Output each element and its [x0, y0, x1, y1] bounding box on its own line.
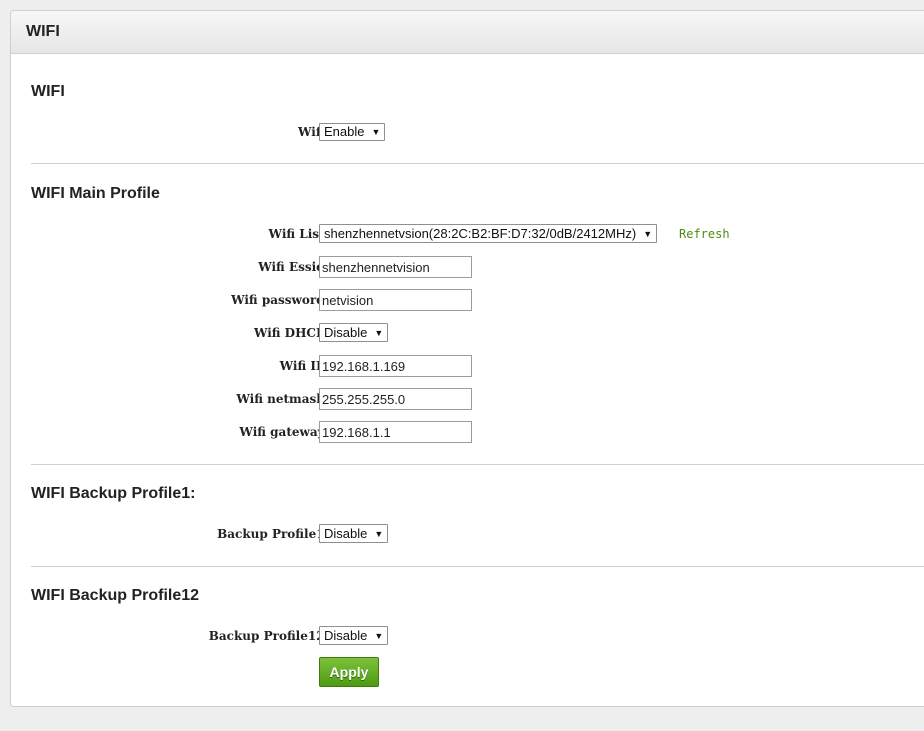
backup-profile1-value: Disable — [324, 525, 368, 541]
wifi-dhcp-select[interactable]: Disable ▼ — [319, 323, 389, 342]
divider — [31, 566, 924, 567]
wifi-enable-value: Enable — [324, 124, 365, 139]
chevron-down-icon: ▼ — [374, 528, 384, 539]
chevron-down-icon: ▼ — [643, 228, 653, 239]
wifi-list-select[interactable]: shenzhennetvsion(28:2C:B2:BF:D7:32/0dB/2… — [319, 224, 658, 243]
backup-profile12-select[interactable]: Disable ▼ — [319, 626, 389, 645]
wifi-netmask-input[interactable] — [319, 388, 472, 410]
section-title-backup-profile1: WIFI Backup Profile1: — [31, 485, 196, 502]
chevron-down-icon: ▼ — [374, 630, 384, 641]
wifi-essid-input[interactable] — [319, 256, 472, 278]
wifi-dhcp-label: Wifi DHCP: — [253, 326, 329, 340]
wifi-gateway-input[interactable] — [319, 421, 472, 443]
apply-button[interactable]: Apply — [319, 657, 379, 687]
panel-header: WIFI — [11, 11, 924, 54]
refresh-link[interactable]: Refresh — [679, 225, 730, 243]
chevron-down-icon: ▼ — [374, 327, 384, 338]
backup-profile1-label: Backup Profile1: — [217, 527, 329, 541]
wifi-list-value: shenzhennetvsion(28:2C:B2:BF:D7:32/0dB/2… — [324, 225, 637, 241]
wifi-dhcp-value: Disable — [324, 324, 368, 340]
backup-profile12-value: Disable — [324, 627, 368, 643]
wifi-enable-select[interactable]: Enable ▼ — [319, 123, 386, 141]
backup-profile12-label: Backup Profile12: — [208, 629, 329, 643]
wifi-ip-input[interactable] — [319, 355, 472, 377]
wifi-password-label: Wifi password: — [231, 293, 329, 307]
chevron-down-icon: ▼ — [371, 127, 381, 137]
divider — [31, 464, 924, 465]
section-title-wifi: WIFI — [31, 83, 65, 100]
wifi-netmask-label: Wifi netmask: — [236, 392, 329, 406]
panel-title: WIFI — [26, 23, 60, 40]
wifi-password-input[interactable] — [319, 289, 472, 311]
section-title-backup-profile12: WIFI Backup Profile12 — [31, 587, 200, 604]
backup-profile1-select[interactable]: Disable ▼ — [319, 524, 389, 543]
divider — [31, 163, 924, 164]
wifi-gateway-label: Wifi gateway: — [239, 425, 329, 439]
wifi-panel: WIFI WIFI Wifi: Enable ▼ WIFI Main Profi… — [10, 10, 924, 707]
section-title-main-profile: WIFI Main Profile — [31, 185, 160, 202]
